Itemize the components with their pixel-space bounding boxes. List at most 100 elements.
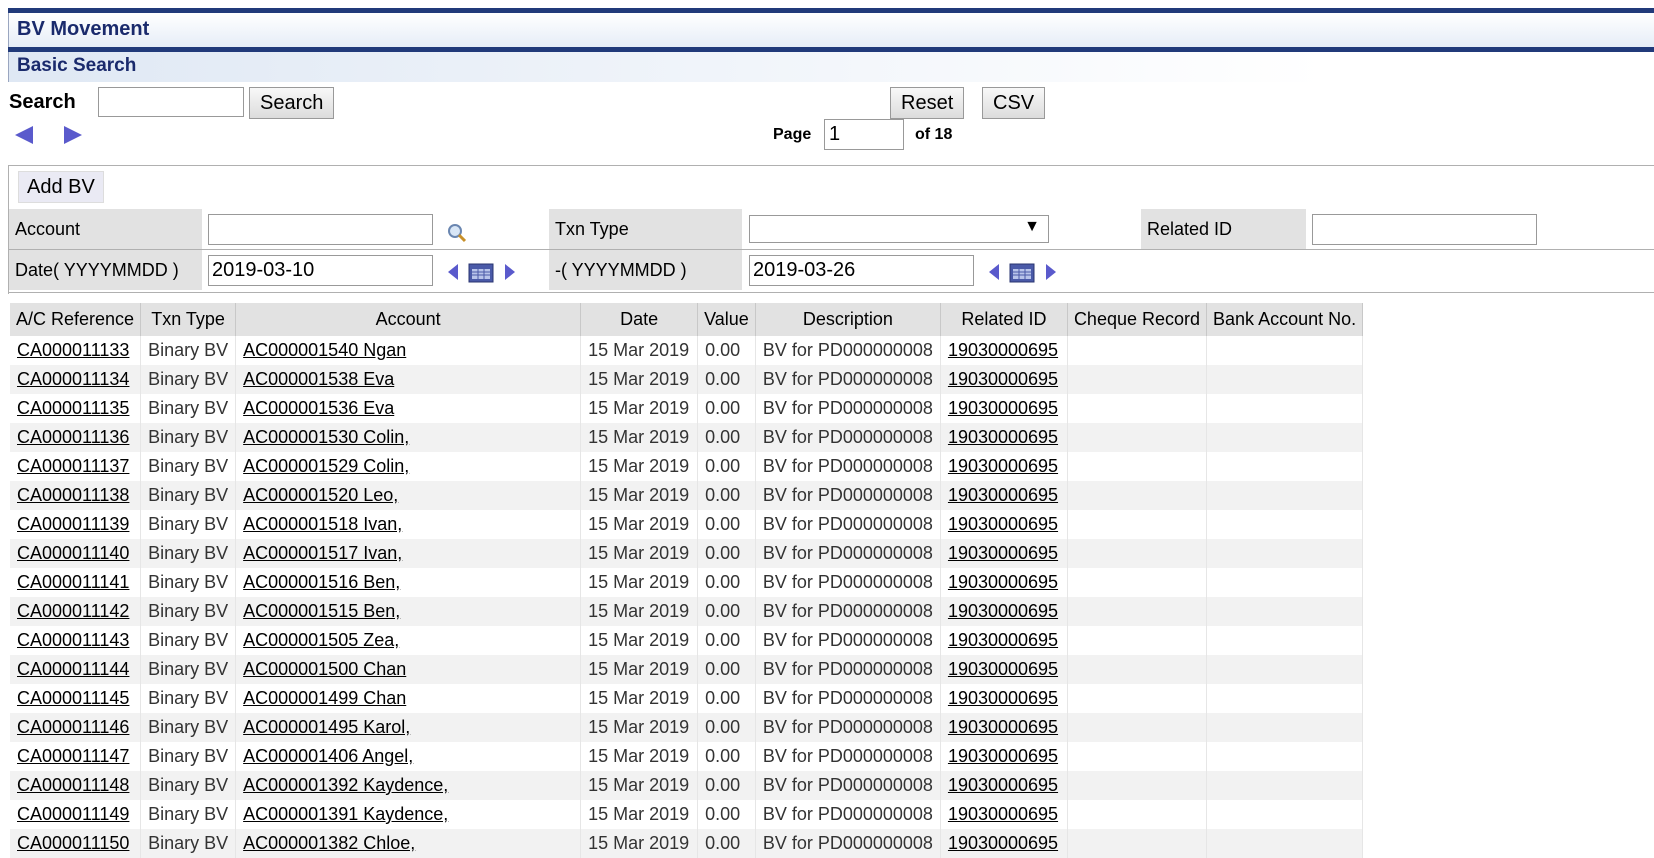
related-id-link[interactable]: 19030000695 bbox=[948, 804, 1058, 824]
account-link[interactable]: AC000001540 Ngan bbox=[243, 340, 406, 360]
add-bv-button[interactable]: Add BV bbox=[18, 171, 104, 203]
value-cell: 0.00 bbox=[697, 626, 756, 655]
col-header-description[interactable]: Description bbox=[755, 303, 941, 336]
ac-reference-link[interactable]: CA000011141 bbox=[17, 572, 129, 592]
ac-reference-link[interactable]: CA000011135 bbox=[17, 398, 129, 418]
col-header-txn-type[interactable]: Txn Type bbox=[140, 303, 237, 336]
date-from-next-icon[interactable] bbox=[504, 263, 516, 281]
ac-reference-link[interactable]: CA000011140 bbox=[17, 543, 129, 563]
account-link[interactable]: AC000001500 Chan bbox=[243, 659, 406, 679]
ac-reference-link[interactable]: CA000011150 bbox=[17, 833, 129, 853]
related-id-link[interactable]: 19030000695 bbox=[948, 833, 1058, 853]
ac-reference-link[interactable]: CA000011147 bbox=[17, 746, 129, 766]
ac-reference-link[interactable]: CA000011136 bbox=[17, 427, 129, 447]
account-link[interactable]: AC000001517 Ivan, bbox=[243, 543, 402, 563]
account-cell: AC000001391 Kaydence, bbox=[235, 800, 582, 829]
date-from-input[interactable] bbox=[208, 255, 433, 286]
related-id-link[interactable]: 19030000695 bbox=[948, 601, 1058, 621]
related-id-link[interactable]: 19030000695 bbox=[948, 340, 1058, 360]
divider-filter-bottom bbox=[8, 292, 1654, 293]
related-id-link[interactable]: 19030000695 bbox=[948, 514, 1058, 534]
related-id-link[interactable]: 19030000695 bbox=[948, 398, 1058, 418]
magnifier-icon[interactable] bbox=[446, 222, 468, 244]
related-id-filter-input[interactable] bbox=[1312, 214, 1537, 245]
ac-reference-link[interactable]: CA000011146 bbox=[17, 717, 129, 737]
date-to-input[interactable] bbox=[749, 255, 974, 286]
bank-account-no-cell bbox=[1206, 510, 1364, 539]
related-id-link[interactable]: 19030000695 bbox=[948, 717, 1058, 737]
txn-type-cell: Binary BV bbox=[140, 800, 237, 829]
csv-button[interactable]: CSV bbox=[982, 87, 1046, 119]
arrow-left-icon[interactable] bbox=[13, 124, 35, 146]
calendar-icon[interactable] bbox=[468, 263, 494, 283]
arrow-right-icon[interactable] bbox=[62, 124, 84, 146]
description-cell: BV for PD000000008 bbox=[755, 713, 941, 742]
col-header-related-id[interactable]: Related ID bbox=[940, 303, 1068, 336]
account-link[interactable]: AC000001495 Karol, bbox=[243, 717, 410, 737]
account-link[interactable]: AC000001529 Colin, bbox=[243, 456, 409, 476]
cheque-record-cell bbox=[1067, 568, 1208, 597]
txn-type-select[interactable]: ▼ bbox=[749, 215, 1049, 243]
calendar-icon[interactable] bbox=[1009, 263, 1035, 283]
bank-account-no-cell bbox=[1206, 771, 1364, 800]
account-link[interactable]: AC000001392 Kaydence, bbox=[243, 775, 448, 795]
account-link[interactable]: AC000001530 Colin, bbox=[243, 427, 409, 447]
related-id-link[interactable]: 19030000695 bbox=[948, 746, 1058, 766]
ac-reference-link[interactable]: CA000011137 bbox=[17, 456, 129, 476]
related-id-cell: 19030000695 bbox=[940, 626, 1068, 655]
divider-filter-mid bbox=[8, 249, 1654, 250]
related-id-link[interactable]: 19030000695 bbox=[948, 659, 1058, 679]
bank-account-no-cell bbox=[1206, 684, 1364, 713]
search-input[interactable] bbox=[98, 87, 244, 117]
date-to-prev-icon[interactable] bbox=[988, 263, 1000, 281]
date-from-prev-icon[interactable] bbox=[447, 263, 459, 281]
related-id-link[interactable]: 19030000695 bbox=[948, 775, 1058, 795]
account-link[interactable]: AC000001516 Ben, bbox=[243, 572, 400, 592]
col-header-ac-reference[interactable]: A/C Reference bbox=[10, 303, 142, 336]
account-link[interactable]: AC000001505 Zea, bbox=[243, 630, 399, 650]
cheque-record-cell bbox=[1067, 452, 1208, 481]
account-link[interactable]: AC000001515 Ben, bbox=[243, 601, 400, 621]
ac-reference-link[interactable]: CA000011145 bbox=[17, 688, 129, 708]
account-filter-input[interactable] bbox=[208, 214, 433, 245]
related-id-link[interactable]: 19030000695 bbox=[948, 485, 1058, 505]
search-button[interactable]: Search bbox=[249, 87, 335, 119]
related-id-link[interactable]: 19030000695 bbox=[948, 572, 1058, 592]
ac-reference-link[interactable]: CA000011139 bbox=[17, 514, 129, 534]
ac-reference-link[interactable]: CA000011138 bbox=[17, 485, 129, 505]
date-to-next-icon[interactable] bbox=[1045, 263, 1057, 281]
related-id-link[interactable]: 19030000695 bbox=[948, 630, 1058, 650]
ac-reference-link[interactable]: CA000011144 bbox=[17, 659, 129, 679]
account-link[interactable]: AC000001382 Chloe, bbox=[243, 833, 415, 853]
ac-reference-link[interactable]: CA000011149 bbox=[17, 804, 129, 824]
reset-button[interactable]: Reset bbox=[890, 87, 965, 119]
col-header-cheque-record[interactable]: Cheque Record bbox=[1067, 303, 1208, 336]
ac-reference-cell: CA000011145 bbox=[10, 684, 142, 713]
col-header-date[interactable]: Date bbox=[580, 303, 699, 336]
ac-reference-link[interactable]: CA000011142 bbox=[17, 601, 129, 621]
col-header-bank-account-no[interactable]: Bank Account No. bbox=[1206, 303, 1364, 336]
related-id-link[interactable]: 19030000695 bbox=[948, 427, 1058, 447]
ac-reference-link[interactable]: CA000011143 bbox=[17, 630, 129, 650]
related-id-link[interactable]: 19030000695 bbox=[948, 543, 1058, 563]
txn-type-cell: Binary BV bbox=[140, 365, 237, 394]
col-header-account[interactable]: Account bbox=[235, 303, 582, 336]
ac-reference-cell: CA000011142 bbox=[10, 597, 142, 626]
account-link[interactable]: AC000001536 Eva bbox=[243, 398, 394, 418]
col-header-value[interactable]: Value bbox=[697, 303, 756, 336]
related-id-link[interactable]: 19030000695 bbox=[948, 688, 1058, 708]
account-link[interactable]: AC000001406 Angel, bbox=[243, 746, 413, 766]
page-number-input[interactable] bbox=[824, 119, 904, 150]
ac-reference-link[interactable]: CA000011148 bbox=[17, 775, 129, 795]
account-link[interactable]: AC000001518 Ivan, bbox=[243, 514, 402, 534]
description-cell: BV for PD000000008 bbox=[755, 394, 941, 423]
table-row: CA000011137 Binary BV AC000001529 Colin, 15… bbox=[10, 452, 1364, 481]
related-id-link[interactable]: 19030000695 bbox=[948, 369, 1058, 389]
account-link[interactable]: AC000001499 Chan bbox=[243, 688, 406, 708]
ac-reference-link[interactable]: CA000011134 bbox=[17, 369, 129, 389]
account-link[interactable]: AC000001538 Eva bbox=[243, 369, 394, 389]
account-link[interactable]: AC000001520 Leo, bbox=[243, 485, 398, 505]
ac-reference-link[interactable]: CA000011133 bbox=[17, 340, 129, 360]
related-id-link[interactable]: 19030000695 bbox=[948, 456, 1058, 476]
account-link[interactable]: AC000001391 Kaydence, bbox=[243, 804, 448, 824]
